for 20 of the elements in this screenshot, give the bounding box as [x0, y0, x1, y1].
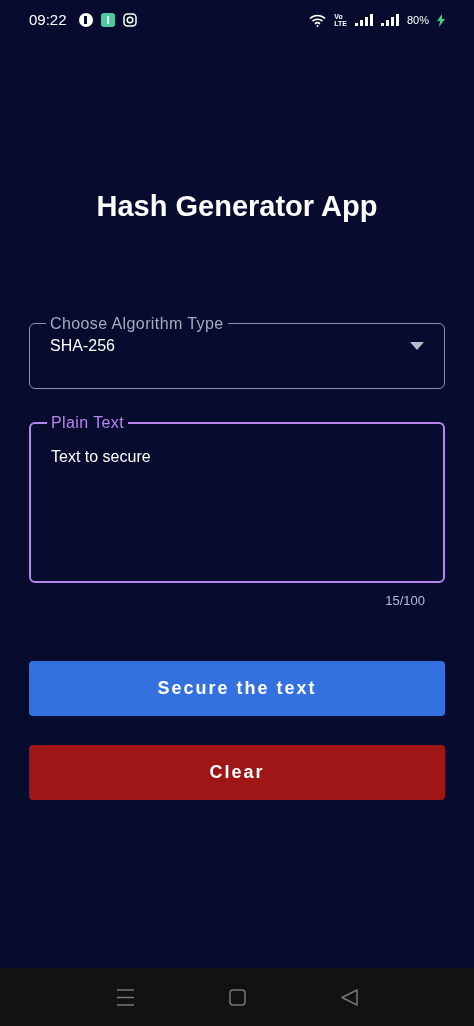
back-icon[interactable] [340, 988, 358, 1006]
field-value: SHA-256 [50, 335, 115, 356]
app-title: Hash Generator App [95, 189, 379, 224]
secure-button[interactable]: Secure the text [29, 661, 445, 716]
camera-icon [122, 13, 137, 27]
wifi-icon [309, 13, 327, 27]
field-label: Choose Algorithm Type [49, 313, 225, 334]
app-circle-icon [78, 13, 93, 27]
status-time: 09:22 [29, 9, 67, 30]
signal-icon [380, 14, 399, 26]
signal-icon [354, 14, 373, 26]
field-label: Plain Text [50, 412, 126, 433]
dropdown-caret-icon [410, 341, 424, 350]
home-square-icon[interactable] [228, 988, 246, 1006]
app-square-icon [100, 13, 115, 27]
clear-button[interactable]: Clear [29, 745, 445, 800]
character-counter: 15/100 [385, 591, 425, 610]
battery-level: 80% [406, 12, 429, 28]
menu-icon[interactable] [116, 988, 134, 1006]
field-value: Text to secure [51, 446, 151, 467]
